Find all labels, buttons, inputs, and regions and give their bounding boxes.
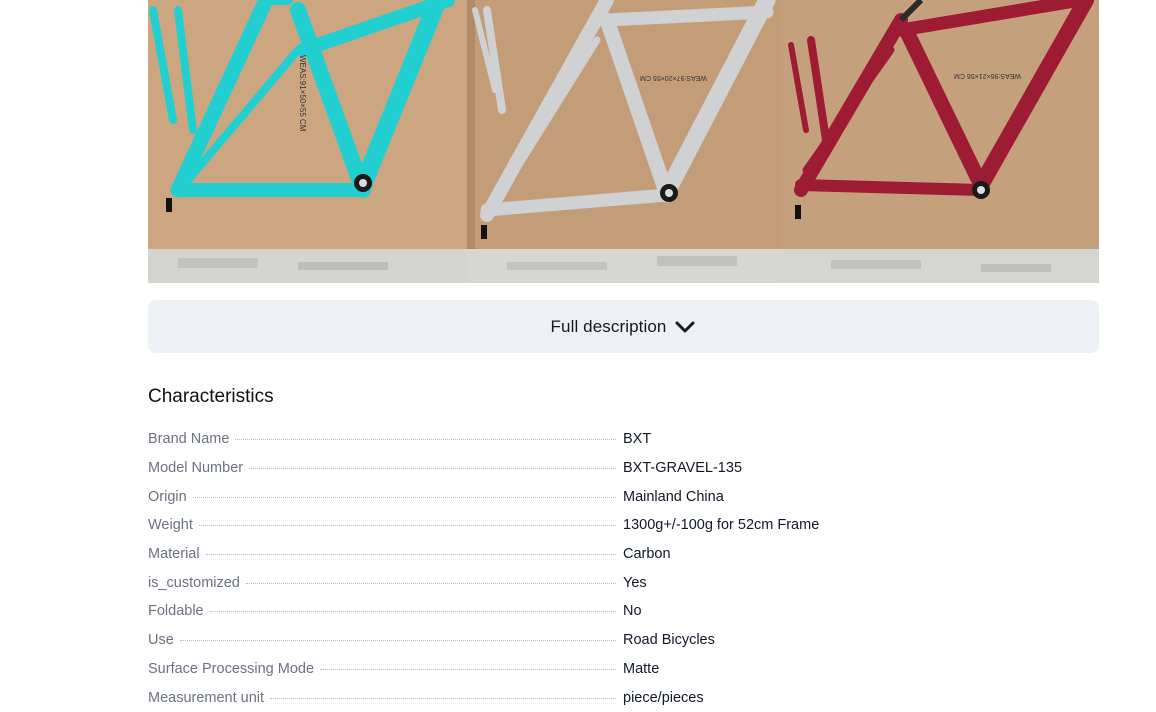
frame-photo-red[interactable]: WEAS:96×21×56 CM — [781, 0, 1099, 283]
spec-value: No — [623, 603, 642, 620]
spec-row-foldable: Foldable No — [148, 597, 1099, 626]
dot-leader — [205, 554, 616, 556]
dot-leader — [235, 439, 616, 441]
sticker-silver: WEAS:97×20×55 CM — [640, 74, 707, 81]
spec-row-material: Material Carbon — [148, 540, 1099, 569]
sticker-teal: WEAS:91×50×55 CM — [298, 55, 307, 132]
spec-value: Carbon — [623, 546, 671, 563]
full-description-button[interactable]: Full description — [148, 300, 1099, 353]
spec-value: 1300g+/-100g for 52cm Frame — [623, 517, 820, 534]
dot-leader — [320, 668, 616, 670]
spec-key: Model Number — [148, 460, 244, 477]
spec-key: Measurement unit — [148, 689, 265, 706]
chevron-down-icon — [675, 321, 695, 332]
spec-key: Origin — [148, 488, 187, 505]
spec-row-use: Use Road Bicycles — [148, 626, 1099, 655]
dot-leader — [245, 582, 616, 584]
spec-row-brand-name: Brand Name BXT — [148, 425, 1099, 454]
spec-key: Material — [148, 546, 200, 563]
spec-key: Brand Name — [148, 431, 230, 448]
spec-value: BXT-GRAVEL-135 — [623, 460, 743, 477]
spec-value: Matte — [623, 660, 660, 677]
spec-key: Use — [148, 632, 174, 649]
spec-value: BXT — [623, 431, 652, 448]
frame-photo-teal[interactable]: WEAS:91×50×55 CM — [148, 0, 467, 283]
spec-row-measurement-unit: Measurement unit piece/pieces — [148, 683, 1099, 712]
spec-row-surface-processing-mode: Surface Processing Mode Matte — [148, 655, 1099, 684]
dot-leader — [198, 525, 616, 527]
characteristics-title: Characteristics — [148, 386, 274, 407]
sticker-red: WEAS:96×21×56 CM — [954, 72, 1021, 79]
dot-leader — [270, 697, 616, 699]
spec-key: is_customized — [148, 574, 240, 591]
spec-value: piece/pieces — [623, 689, 704, 706]
frame-photo-silver[interactable]: WEAS:97×20×55 CM — [467, 0, 781, 283]
spec-key: Foldable — [148, 603, 204, 620]
full-description-label: Full description — [550, 316, 667, 336]
dot-leader — [249, 468, 616, 470]
dot-leader — [209, 611, 616, 613]
dot-leader — [179, 640, 616, 642]
spec-key: Weight — [148, 517, 193, 534]
spec-value: Road Bicycles — [623, 632, 715, 649]
spec-row-origin: Origin Mainland China — [148, 482, 1099, 511]
spec-row-model-number: Model Number BXT-GRAVEL-135 — [148, 454, 1099, 483]
spec-row-weight: Weight 1300g+/-100g for 52cm Frame — [148, 511, 1099, 540]
spec-row-is-customized: is_customized Yes — [148, 568, 1099, 597]
product-image-gallery[interactable]: WEAS:91×50×55 CM WEAS:97×20×55 CM WEAS:9… — [148, 0, 1099, 283]
product-content: WEAS:91×50×55 CM WEAS:97×20×55 CM WEAS:9… — [148, 0, 1099, 706]
dot-leader — [192, 496, 616, 498]
characteristics-list: Brand Name BXT Model Number BXT-GRAVEL-1… — [148, 425, 1099, 712]
spec-key: Surface Processing Mode — [148, 660, 315, 677]
spec-value: Yes — [623, 574, 647, 591]
spec-value: Mainland China — [623, 488, 724, 505]
